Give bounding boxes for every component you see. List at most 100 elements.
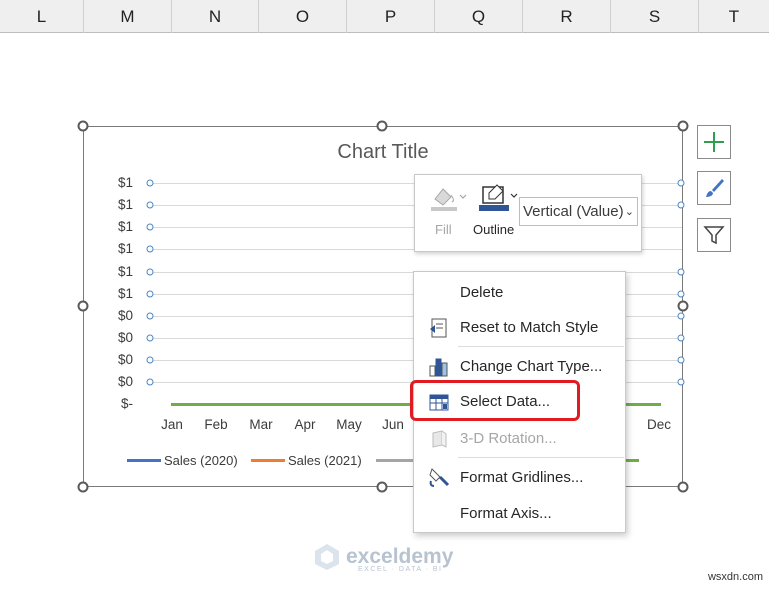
column-header-o[interactable]: O (259, 0, 347, 33)
highlight-box (410, 380, 580, 421)
gridline-selection-dot (677, 290, 685, 298)
mini-format-toolbar: Fill Outline Vertical (Value) ⌄ (414, 174, 642, 252)
column-header-p[interactable]: P (347, 0, 435, 33)
y-tick-label: $0 (117, 374, 133, 389)
column-header-s[interactable]: S (611, 0, 699, 33)
legend-entry-sales-2021[interactable]: Sales (2021) (251, 453, 362, 468)
column-header-t[interactable]: T (699, 0, 769, 33)
y-tick-label: $0 (117, 330, 133, 345)
gridline-selection-dot (146, 223, 154, 231)
legend-swatch-gray (376, 459, 413, 462)
gridline-selection-dot (146, 245, 154, 253)
gridline-selection-dot (677, 334, 685, 342)
legend-label: Sales (2021) (288, 453, 362, 468)
y-tick-label: $0 (117, 352, 133, 367)
chart-type-icon (428, 356, 450, 378)
x-tick-label: Dec (646, 417, 672, 432)
resize-handle-bottom-left[interactable] (77, 481, 89, 493)
exceldemy-logo-icon (315, 544, 339, 570)
gridline-selection-dot (146, 334, 154, 342)
menu-item-label: Reset to Match Style (460, 318, 599, 336)
menu-divider (458, 457, 624, 458)
gridline-selection-dot (677, 179, 685, 187)
resize-handle-bottom[interactable] (376, 481, 388, 493)
menu-item-label: Change Chart Type... (460, 357, 603, 375)
x-tick-label: Apr (294, 417, 316, 432)
column-header-m[interactable]: M (84, 0, 172, 33)
gridline-selection-dot (146, 312, 154, 320)
chevron-down-icon: ⌄ (624, 206, 634, 218)
menu-item-label: Format Axis... (460, 504, 552, 522)
x-tick-label: Jan (161, 417, 183, 432)
menu-item-3d-rotation: 3-D Rotation... (414, 423, 625, 453)
chart-element-select-value: Vertical (Value) (523, 203, 624, 220)
gridline-selection-dot (146, 290, 154, 298)
chart-styles-button[interactable] (697, 171, 731, 205)
chart-filters-icon (703, 226, 725, 245)
x-tick-label: Jun (382, 417, 404, 432)
gridline-selection-dot (146, 201, 154, 209)
exceldemy-watermark: exceldemy EXCEL · DATA · BI (312, 542, 453, 573)
menu-item-label: 3-D Rotation... (460, 429, 557, 447)
gridline-selection-dot (146, 378, 154, 386)
x-tick-label: May (336, 417, 362, 432)
menu-item-label: Format Gridlines... (460, 468, 584, 486)
chart-elements-button[interactable] (697, 125, 731, 159)
chart-element-select[interactable]: Vertical (Value) ⌄ (519, 197, 638, 226)
legend-swatch (127, 459, 161, 462)
gridline-selection-dot (146, 179, 154, 187)
format-icon (428, 467, 450, 489)
menu-item-reset-to-match-style[interactable]: Reset to Match Style (414, 312, 625, 342)
gridline-selection-dot (677, 201, 685, 209)
menu-item-format-gridlines[interactable]: Format Gridlines... (414, 462, 625, 492)
chart-styles-icon (706, 179, 724, 197)
chart-elements-icon (704, 132, 724, 152)
gridline-selection-dot (146, 268, 154, 276)
y-tick-label: $0 (117, 308, 133, 323)
outline-pen-icon (479, 184, 518, 211)
gridline-selection-dot (677, 356, 685, 364)
menu-item-format-axis[interactable]: Format Axis... (414, 498, 625, 528)
y-tick-label: $- (120, 396, 133, 411)
column-header-bar: L M N O P Q R S T (0, 0, 769, 33)
resize-handle-bottom-right[interactable] (677, 481, 689, 493)
menu-item-change-chart-type[interactable]: Change Chart Type... (414, 351, 625, 381)
menu-item-delete[interactable]: Delete (414, 277, 625, 307)
fill-label: Fill (435, 222, 452, 237)
outline-button[interactable] (477, 181, 519, 221)
legend-entry-sales-2020[interactable]: Sales (2020) (127, 453, 238, 468)
3d-rotation-icon (428, 428, 450, 450)
fill-bucket-icon (431, 188, 467, 211)
resize-handle-right[interactable] (677, 300, 689, 312)
reset-style-icon (428, 317, 450, 339)
column-header-q[interactable]: Q (435, 0, 523, 33)
menu-item-label: Delete (460, 283, 504, 301)
gridline-selection-dot (677, 378, 685, 386)
y-tick-label: $1 (117, 264, 133, 279)
watermark-tagline: EXCEL · DATA · BI (358, 566, 443, 573)
gridline-selection-dot (146, 356, 154, 364)
x-tick-label: Mar (249, 417, 273, 432)
legend-swatch (251, 459, 285, 462)
legend-label: Sales (2020) (164, 453, 238, 468)
y-tick-label: $1 (117, 197, 133, 212)
y-tick-label: $1 (117, 175, 133, 190)
outline-label: Outline (473, 222, 515, 237)
column-header-r[interactable]: R (523, 0, 611, 33)
menu-divider (458, 346, 624, 347)
y-tick-label: $1 (117, 219, 133, 234)
fill-button[interactable] (429, 181, 469, 221)
y-tick-label: $1 (117, 241, 133, 256)
gridline-selection-dot (677, 268, 685, 276)
gridline-selection-dot (677, 312, 685, 320)
chart-title[interactable]: Chart Title (83, 141, 683, 164)
column-header-l[interactable]: L (0, 0, 84, 33)
y-tick-label: $1 (117, 286, 133, 301)
resize-handle-top-right[interactable] (677, 120, 689, 132)
column-header-n[interactable]: N (172, 0, 259, 33)
chart-filters-button[interactable] (697, 218, 731, 252)
x-tick-label: Feb (204, 417, 228, 432)
site-watermark: wsxdn.com (707, 571, 763, 583)
resize-handle-top[interactable] (376, 120, 388, 132)
resize-handle-top-left[interactable] (77, 120, 89, 132)
